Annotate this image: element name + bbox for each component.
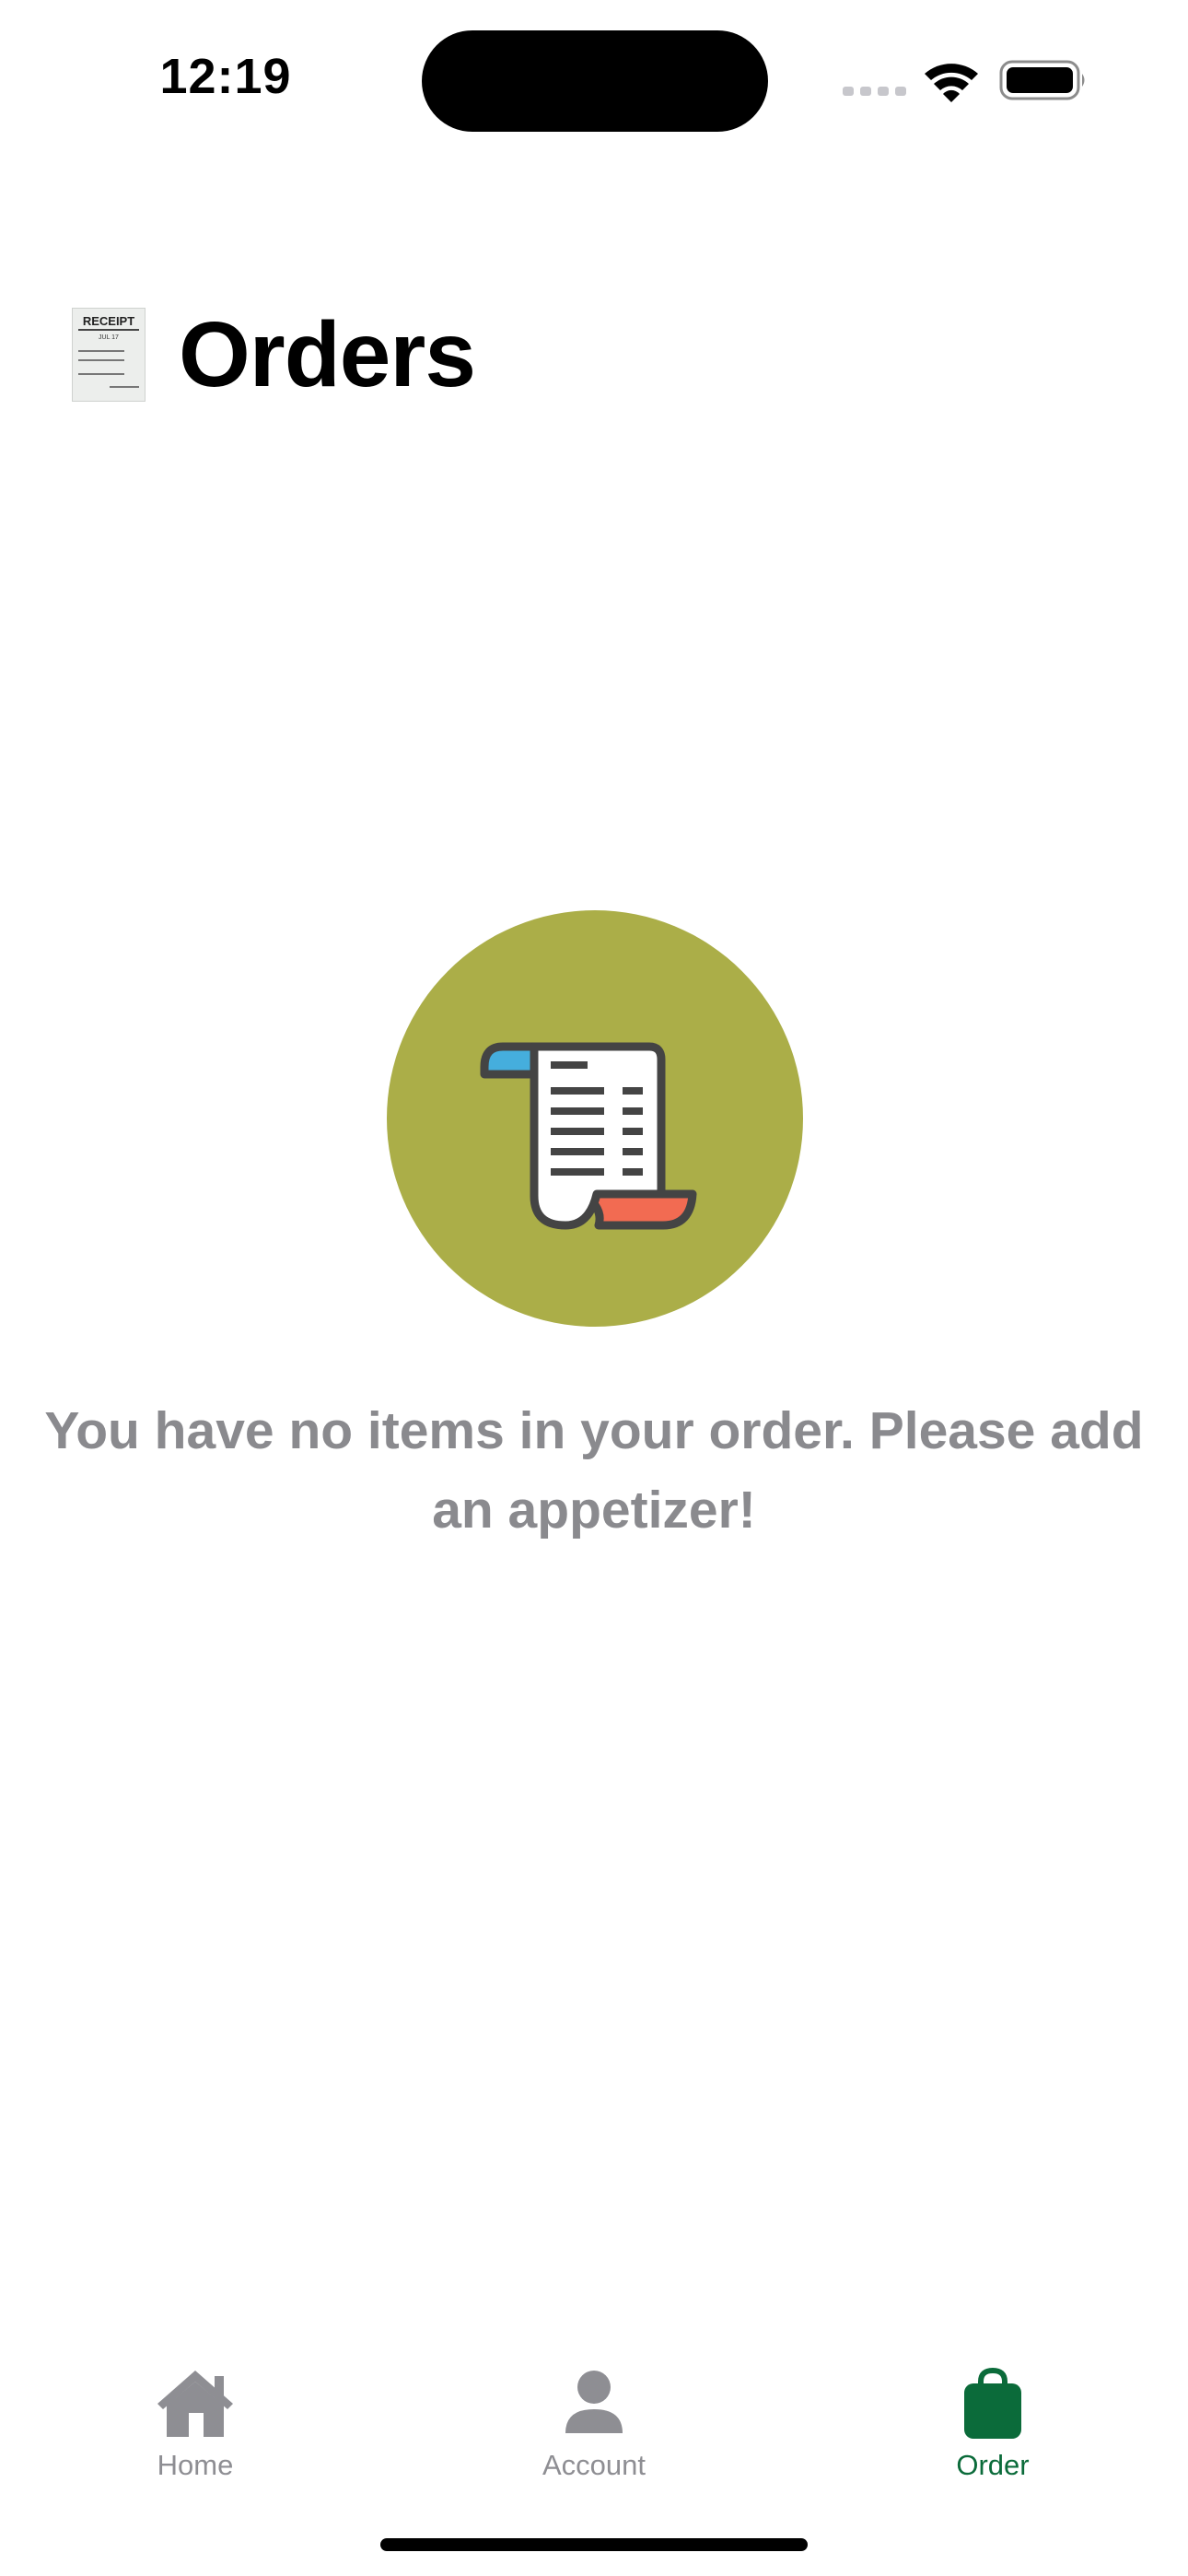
tab-order[interactable]: Order — [855, 2340, 1131, 2497]
empty-state-message: You have no items in your order. Please … — [44, 1401, 1144, 1540]
battery-icon — [999, 60, 1085, 100]
tab-home[interactable]: Home — [57, 2340, 333, 2497]
receipt-scroll-icon — [480, 1042, 697, 1230]
status-time: 12:19 — [159, 49, 292, 104]
status-bar: 12:19 — [0, 0, 1188, 166]
receipt-emoji-icon: RECEIPT JUL 17 — [72, 308, 146, 402]
page-header: RECEIPT JUL 17 Orders — [72, 299, 476, 410]
tab-account[interactable]: Account — [456, 2340, 732, 2497]
svg-text:RECEIPT: RECEIPT — [83, 314, 134, 328]
cellular-signal-icon — [843, 87, 906, 96]
tab-home-label: Home — [157, 2449, 234, 2481]
home-indicator[interactable] — [380, 2538, 808, 2551]
svg-text:JUL 17: JUL 17 — [99, 334, 119, 341]
bag-icon — [964, 2367, 1021, 2439]
house-icon — [157, 2371, 233, 2437]
wifi-icon — [925, 64, 978, 102]
tab-order-label: Order — [956, 2449, 1030, 2481]
tab-account-label: Account — [542, 2449, 646, 2481]
dynamic-island — [422, 30, 768, 132]
person-icon — [565, 2371, 623, 2433]
page-title: Orders — [179, 302, 476, 406]
tab-bar: Home Account Order — [0, 2340, 1188, 2506]
